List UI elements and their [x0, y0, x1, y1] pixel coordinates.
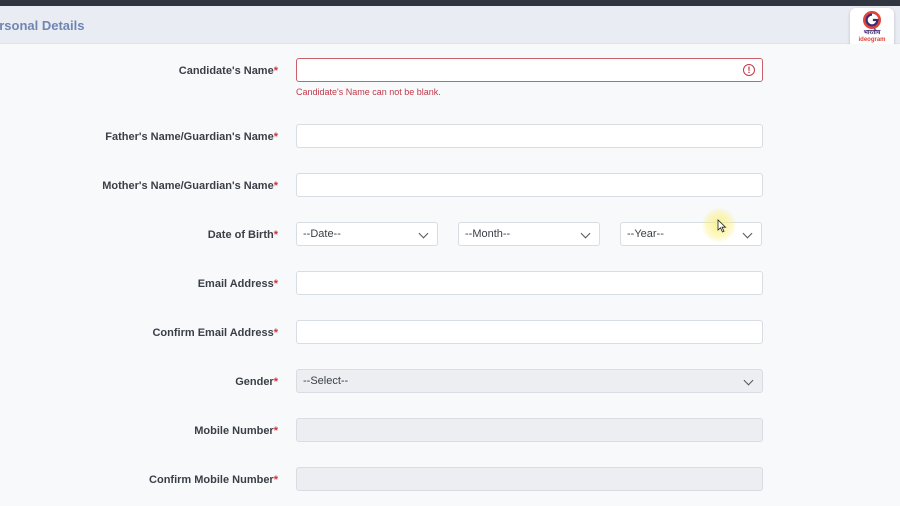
chevron-down-icon: [580, 228, 591, 239]
dob-date-value: --Date--: [303, 228, 341, 240]
chevron-down-icon: [418, 228, 429, 239]
gender-select[interactable]: --Select--: [296, 369, 763, 393]
mother-name-label: Mother's Name/Guardian's Name*: [102, 180, 278, 192]
section-title: ersonal Details: [0, 18, 85, 33]
candidate-name-input[interactable]: !: [296, 58, 763, 82]
father-name-input[interactable]: [296, 124, 763, 148]
confirm-mobile-input[interactable]: [296, 467, 763, 491]
dob-date-select[interactable]: --Date--: [296, 222, 438, 246]
gender-value: --Select--: [303, 375, 349, 387]
confirm-email-input[interactable]: [296, 320, 763, 344]
father-name-label: Father's Name/Guardian's Name*: [105, 131, 278, 143]
gender-label: Gender*: [235, 376, 278, 388]
confirm-mobile-label: Confirm Mobile Number*: [149, 474, 278, 486]
mother-name-input[interactable]: [296, 173, 763, 197]
email-label: Email Address*: [197, 278, 278, 290]
mobile-input[interactable]: [296, 418, 763, 442]
mobile-label: Mobile Number*: [194, 425, 278, 437]
error-icon: !: [743, 64, 755, 76]
logo-mark-icon: [863, 11, 881, 29]
chevron-down-icon: [742, 228, 753, 239]
dob-year-select[interactable]: --Year--: [620, 222, 762, 246]
candidate-name-error: Candidate's Name can not be blank.: [296, 87, 441, 97]
chevron-down-icon: [743, 375, 754, 386]
channel-logo: भारतीय ideogram: [850, 8, 894, 48]
dob-label: Date of Birth*: [207, 229, 278, 241]
candidate-name-label: Candidate's Name*: [178, 65, 278, 77]
confirm-email-label: Confirm Email Address*: [152, 327, 278, 339]
email-input[interactable]: [296, 271, 763, 295]
logo-name: भारतीय: [863, 30, 881, 36]
logo-sub: ideogram: [858, 37, 886, 43]
logo-wordmark: भारतीय ideogram: [852, 30, 892, 44]
dob-year-value: --Year--: [627, 228, 664, 240]
dob-month-value: --Month--: [465, 228, 511, 240]
mouse-pointer-icon: [717, 219, 727, 233]
dob-month-select[interactable]: --Month--: [458, 222, 600, 246]
section-header: ersonal Details: [0, 6, 900, 44]
